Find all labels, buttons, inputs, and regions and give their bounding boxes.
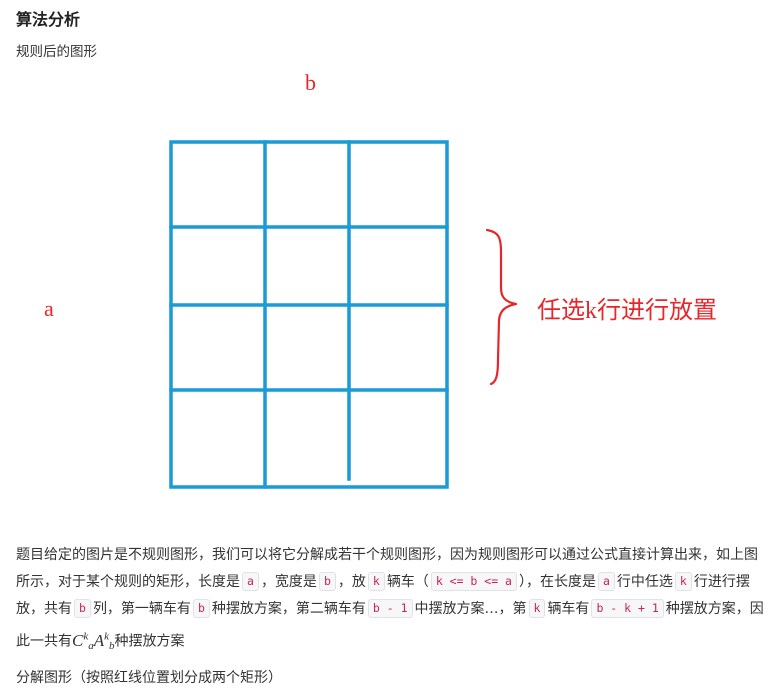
inline-code: k <box>367 572 385 591</box>
inline-code: a <box>242 572 259 591</box>
inline-code: b - k + 1 <box>591 599 664 618</box>
grid-lines <box>169 140 449 489</box>
math-formula: CkaAkb <box>72 630 115 653</box>
inline-code: b <box>192 599 210 618</box>
section-heading: 算法分析 <box>16 10 81 29</box>
inline-code: b <box>318 572 336 591</box>
inline-code: k <box>674 572 692 591</box>
brace-annotation: 任选k行进行放置 <box>537 297 717 324</box>
inline-code: k <= b <= a <box>430 572 517 591</box>
label-a: a <box>44 296 54 321</box>
inline-code: b <box>74 599 91 618</box>
inline-code: k <box>528 599 546 618</box>
analysis-paragraph: 题目给定的图片是不规则图形，我们可以将它分解成若干个规则图形，因为规则图形可以通… <box>16 547 764 653</box>
grid-outline <box>169 140 449 489</box>
curly-brace <box>485 228 518 386</box>
grid-figure: b a 任选k行进行放置 <box>44 70 717 489</box>
figure-caption: 规则后的图形 <box>16 44 97 60</box>
decompose-caption: 分解图形（按照红线位置划分成两个矩形） <box>16 670 282 686</box>
label-b: b <box>305 70 316 95</box>
inline-code: a <box>597 572 615 591</box>
inline-code: b - 1 <box>367 599 413 618</box>
